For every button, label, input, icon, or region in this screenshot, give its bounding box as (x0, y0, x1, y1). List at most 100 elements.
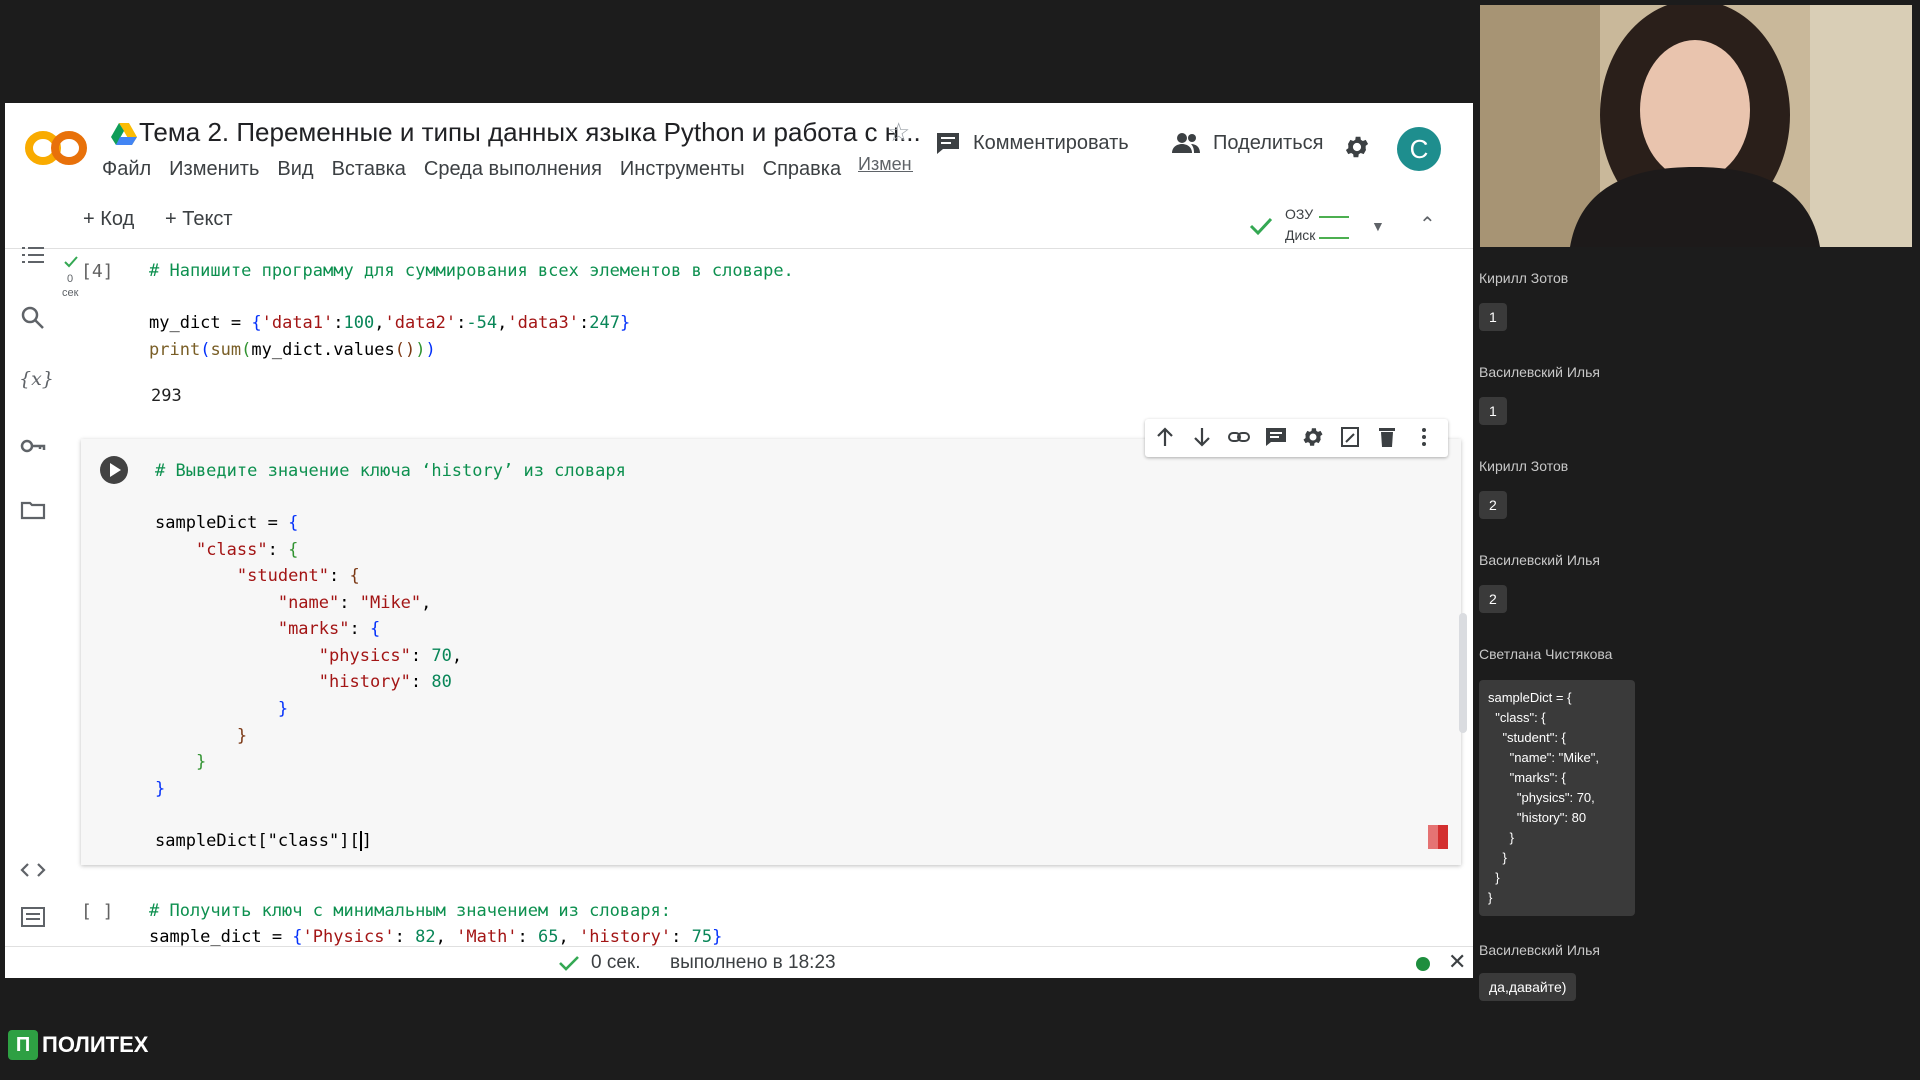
politech-logo-mark: П (8, 1030, 38, 1060)
more-options-icon[interactable] (1412, 425, 1436, 449)
ram-label: ОЗУ (1285, 206, 1314, 222)
colab-logo[interactable] (25, 123, 87, 173)
notebook-title[interactable]: Тема 2. Переменные и типы данных языка P… (139, 117, 921, 148)
key-icon[interactable] (19, 432, 47, 460)
terminal-icon[interactable] (19, 903, 47, 931)
code-line-prefix: sampleDict["class"][ (155, 831, 360, 851)
cell-output: 293 (151, 386, 182, 406)
menu-tools[interactable]: Инструменты (620, 158, 745, 181)
last-saved-link[interactable]: Измен... сохра... (858, 153, 913, 175)
add-text-button[interactable]: + Текст (165, 208, 233, 231)
comment-button[interactable]: Комментировать (935, 131, 1129, 155)
code-line: "class": { (195, 540, 299, 560)
close-status-icon[interactable]: ✕ (1448, 949, 1466, 975)
code-line: "name": "Mike", (277, 593, 432, 613)
code-line: sampleDict = { (155, 513, 299, 533)
lint-warning-marker (1428, 825, 1448, 849)
code-cell-2-active[interactable]: # Выведите значение ключа ‘history’ из с… (81, 439, 1461, 865)
code-line: "marks": { (277, 619, 381, 639)
menu-edit[interactable]: Изменить (169, 158, 259, 181)
code-snippets-icon[interactable] (19, 856, 47, 884)
code-line: } (155, 752, 207, 772)
runtime-dropdown-icon[interactable]: ▼ (1371, 218, 1385, 234)
chat-message: 1 (1479, 397, 1507, 425)
notebook-scrollbar[interactable] (1459, 613, 1467, 733)
move-cell-up-icon[interactable] (1153, 425, 1177, 449)
code-line: } (155, 779, 166, 799)
chat-author: Василевский Илья (1479, 942, 1600, 958)
comment-icon (937, 133, 959, 154)
notebook-toolbar: + Код + Текст ОЗУ Диск ▼ ⌃ (5, 198, 1473, 249)
code-comment: # Выведите значение ключа ‘history’ из с… (155, 461, 626, 481)
chat-author: Кирилл Зотов (1479, 458, 1569, 474)
politech-name: ПОЛИТЕХ (42, 1032, 149, 1057)
table-of-contents-icon[interactable] (19, 241, 47, 269)
share-button[interactable]: Поделиться (1171, 131, 1323, 155)
menu-insert[interactable]: Вставка (332, 158, 406, 181)
menu-help[interactable]: Справка (763, 158, 841, 181)
code-comment: # Напишите программу для суммирования вс… (149, 261, 794, 281)
google-drive-icon[interactable] (111, 121, 137, 145)
chat-author: Василевский Илья (1479, 364, 1600, 380)
chat-message: 1 (1479, 303, 1507, 331)
text-cursor: ] (359, 831, 372, 851)
chat-message: 2 (1479, 585, 1507, 613)
chat-message-code: sampleDict = { "class": { "student": { "… (1479, 680, 1635, 916)
connected-check-icon (1249, 217, 1273, 236)
menu-file[interactable]: Файл (102, 158, 151, 181)
user-avatar[interactable]: C (1397, 127, 1441, 171)
add-code-button[interactable]: + Код (83, 208, 134, 231)
cell-exec-time-unit: сек (62, 287, 79, 299)
exec-elapsed: 0 сек. (591, 952, 641, 973)
status-check-icon (559, 956, 579, 971)
menu-bar: Файл Изменить Вид Вставка Среда выполнен… (102, 158, 841, 181)
code-cell-3[interactable]: [ ] # Получить ключ с минимальным значен… (81, 893, 1461, 948)
menu-view[interactable]: Вид (277, 158, 313, 181)
code-line: sample_dict = {'Physics': 82, 'Math': 65… (149, 927, 723, 947)
code-line: "history": 80 (318, 672, 452, 692)
resources-indicator[interactable]: ОЗУ Диск (1245, 206, 1385, 246)
chat-message: 2 (1479, 491, 1507, 519)
chat-author: Светлана Чистякова (1479, 646, 1613, 662)
mirror-cell-icon[interactable] (1338, 425, 1362, 449)
runtime-status-dot (1416, 957, 1430, 971)
code-line: } (155, 699, 289, 719)
folder-icon[interactable] (19, 496, 47, 524)
star-icon[interactable]: ☆ (887, 117, 910, 148)
chat-panel: Кирилл Зотов 1 Василевский Илья 1 Кирилл… (1473, 250, 1920, 1080)
code-line: my_dict = {'data1':100,'data2':-54,'data… (149, 313, 631, 333)
delete-cell-icon[interactable] (1375, 425, 1399, 449)
chat-message: да,давайте) (1479, 973, 1577, 1001)
code-line: "student": { (236, 566, 360, 586)
cell-exec-time-value: 0 (67, 273, 74, 285)
variables-icon[interactable]: {x} (19, 368, 54, 396)
settings-gear-icon[interactable] (1343, 133, 1371, 161)
chat-author: Василевский Илья (1479, 552, 1600, 568)
cell-success-check-icon (64, 256, 78, 268)
presenter-video (1480, 5, 1912, 247)
move-cell-down-icon[interactable] (1190, 425, 1214, 449)
status-bar: 0 сек. выполнено в 18:23 ✕ (5, 946, 1473, 978)
left-sidebar: {x} (5, 198, 63, 978)
collapse-header-icon[interactable]: ⌃ (1419, 212, 1436, 237)
politech-logo: П ПОЛИТЕХ (8, 1030, 148, 1060)
comment-label: Комментировать (973, 131, 1129, 154)
code-line: } (155, 726, 248, 746)
disk-label: Диск (1285, 227, 1316, 243)
share-label: Поделиться (1213, 131, 1324, 154)
code-line: "physics": 70, (318, 646, 463, 666)
cell-settings-icon[interactable] (1301, 425, 1325, 449)
search-icon[interactable] (19, 304, 47, 332)
add-comment-icon[interactable] (1264, 425, 1288, 449)
colab-header: Тема 2. Переменные и типы данных языка P… (5, 103, 1473, 198)
link-to-cell-icon[interactable] (1227, 425, 1251, 449)
code-line: print(sum(my_dict.values())) (149, 340, 436, 360)
cell-toolbar (1145, 419, 1448, 457)
code-comment: # Получить ключ с минимальным значением … (149, 901, 671, 921)
code-cell-1[interactable]: 0 сек [4] # Напишите программу для сумми… (62, 251, 1461, 396)
presenter-video-frame (1480, 5, 1912, 247)
colab-window: Тема 2. Переменные и типы данных языка P… (5, 103, 1473, 978)
menu-runtime[interactable]: Среда выполнения (424, 158, 602, 181)
ram-bar (1319, 216, 1349, 218)
code-line-editing[interactable]: sampleDict["class"][] (155, 831, 372, 851)
